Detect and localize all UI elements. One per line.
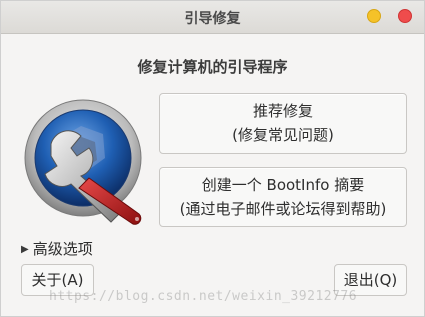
close-button[interactable]	[398, 9, 412, 23]
boot-repair-window: 引导修复 修复计算机的引导程序 推荐修复 (修复常见问题) 创建一个 BootI…	[0, 0, 425, 317]
recommended-repair-label: 推荐修复	[252, 102, 313, 120]
page-heading: 修复计算机的引导程序	[137, 58, 288, 76]
create-bootinfo-button[interactable]: 创建一个 BootInfo 摘要 (通过电子邮件或论坛得到帮助)	[159, 167, 407, 227]
create-bootinfo-label: 创建一个 BootInfo 摘要	[201, 176, 365, 194]
window-title: 引导修复	[184, 11, 241, 27]
advanced-options-label: 高级选项	[32, 240, 93, 258]
advanced-options-expander[interactable]: ▶ 高级选项	[21, 238, 93, 259]
create-bootinfo-sublabel: (通过电子邮件或论坛得到帮助)	[179, 200, 387, 218]
expander-arrow-icon: ▶	[21, 244, 29, 255]
recommended-repair-sublabel: (修复常见问题)	[232, 126, 334, 144]
title-bar[interactable]: 引导修复	[1, 1, 424, 34]
watermark: https://blog.csdn.net/weixin_39212776	[49, 289, 358, 304]
recommended-repair-button[interactable]: 推荐修复 (修复常见问题)	[159, 93, 407, 154]
boot-repair-wrench-icon	[24, 99, 142, 225]
minimize-button[interactable]	[367, 9, 381, 23]
